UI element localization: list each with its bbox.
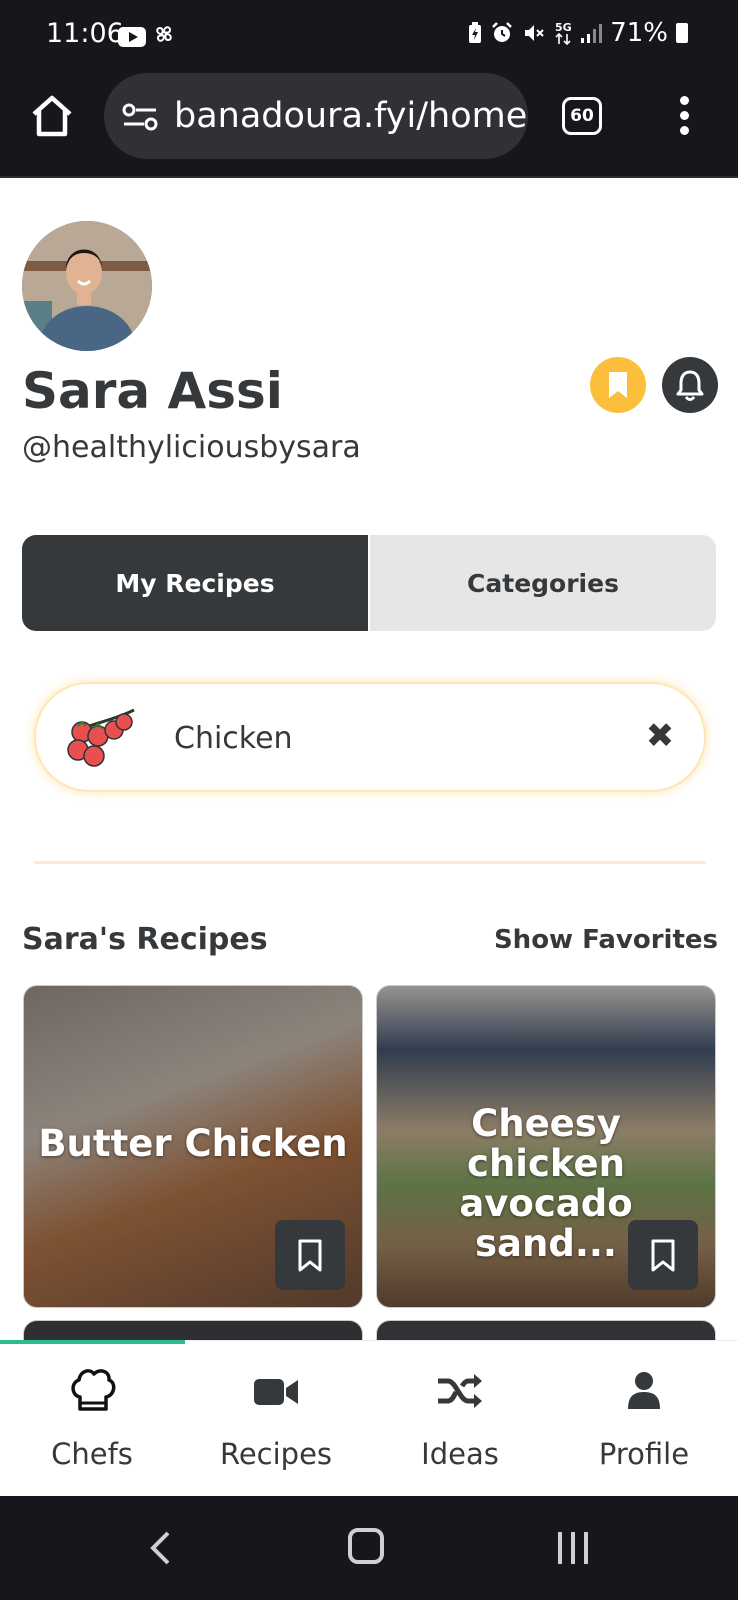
recipe-card[interactable]: Butter Chicken — [23, 985, 363, 1308]
system-nav-bar — [0, 1496, 738, 1600]
video-camera-icon — [254, 1379, 298, 1405]
bookmark-outline-icon — [651, 1239, 675, 1272]
bookmark-chef-button[interactable] — [590, 357, 646, 413]
home-circle-icon[interactable] — [348, 1528, 384, 1564]
recipe-card[interactable]: Cheesy chicken avocado sand... — [376, 985, 716, 1308]
close-icon[interactable]: ✖ — [642, 718, 678, 754]
site-settings-icon[interactable] — [122, 103, 158, 131]
nav-profile[interactable]: Profile — [552, 1341, 736, 1497]
tab-switcher-button[interactable]: 60 — [562, 97, 602, 135]
5g-icon: 5G — [555, 21, 572, 46]
status-bar: 11:06 5G 71% — [0, 0, 738, 70]
notify-button[interactable] — [662, 357, 718, 413]
battery-percent: 71% — [610, 18, 668, 48]
avatar — [22, 221, 152, 351]
nav-label: Recipes — [219, 1437, 333, 1471]
status-right-icons: 5G 71% — [468, 18, 688, 48]
address-bar[interactable]: banadoura.fyi/home — [104, 73, 528, 159]
status-left-icons — [118, 22, 176, 51]
recipe-bookmark-button[interactable] — [275, 1220, 345, 1290]
chef-name: Sara Assi — [22, 362, 283, 420]
recipe-bookmark-button[interactable] — [628, 1220, 698, 1290]
filter-label: Chicken — [174, 721, 293, 756]
bookmark-outline-icon — [298, 1239, 322, 1272]
nav-recipes[interactable]: Recipes — [184, 1341, 368, 1497]
tab-categories[interactable]: Categories — [368, 535, 716, 631]
bookmark-icon — [609, 372, 627, 398]
status-time: 11:06 — [46, 18, 124, 49]
nav-label: Profile — [598, 1437, 690, 1471]
user-icon — [628, 1372, 660, 1409]
tomato-vine-icon — [67, 708, 135, 767]
mute-icon — [525, 25, 544, 41]
home-icon[interactable] — [28, 92, 76, 140]
shuffle-icon — [438, 1374, 482, 1408]
page-progress-bar — [0, 1340, 185, 1344]
browser-toolbar: banadoura.fyi/home 60 — [0, 70, 738, 178]
youtube-icon — [118, 26, 146, 47]
url-text[interactable]: banadoura.fyi/home — [174, 96, 527, 136]
nav-ideas[interactable]: Ideas — [368, 1341, 552, 1497]
nav-label: Ideas — [421, 1437, 499, 1471]
recents-icon[interactable] — [556, 1530, 590, 1566]
section-title: Sara's Recipes — [22, 922, 268, 957]
divider — [34, 861, 706, 864]
tab-my-recipes[interactable]: My Recipes — [22, 535, 368, 631]
signal-icon — [581, 24, 603, 43]
battery-saver-icon — [469, 22, 482, 43]
chef-hat-icon — [71, 1369, 116, 1411]
app-screen: 11:06 5G 71% banadoura.fyi/home 60 Sara … — [0, 0, 738, 1600]
bell-icon — [676, 370, 704, 401]
chef-handle: @healthyliciousbysara — [22, 430, 361, 465]
svg-text:5G: 5G — [555, 21, 572, 34]
battery-icon — [676, 23, 688, 43]
browser-menu-icon[interactable] — [677, 96, 691, 138]
back-icon[interactable] — [148, 1530, 172, 1566]
recipe-tabs: My Recipes Categories — [22, 535, 716, 631]
bottom-nav: Chefs Recipes Ideas Profile — [0, 1340, 738, 1496]
nav-chefs[interactable]: Chefs — [0, 1341, 184, 1497]
alarm-icon — [492, 22, 513, 42]
show-favorites-link[interactable]: Show Favorites — [494, 925, 718, 955]
pinwheel-icon — [152, 22, 176, 51]
recipe-title: Butter Chicken — [38, 1122, 348, 1165]
category-filter-chip[interactable]: Chicken ✖ — [34, 682, 706, 792]
nav-label: Chefs — [51, 1437, 133, 1471]
